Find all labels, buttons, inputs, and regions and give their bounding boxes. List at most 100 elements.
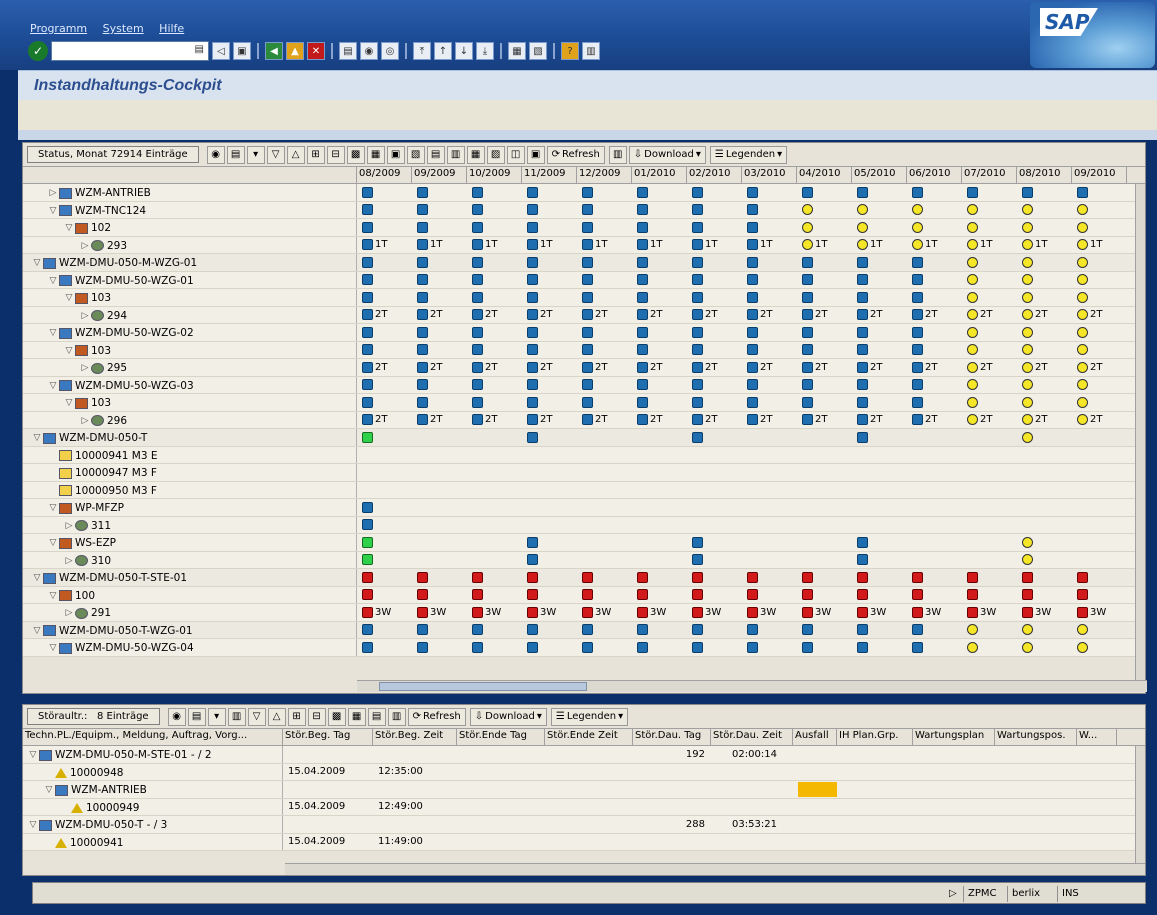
status-cell[interactable] xyxy=(907,184,962,201)
status-cell[interactable] xyxy=(577,342,632,359)
status-cell[interactable] xyxy=(632,377,687,394)
status-cell[interactable]: 2T xyxy=(577,412,632,429)
status-cell[interactable] xyxy=(412,569,467,586)
status-cell[interactable] xyxy=(577,394,632,411)
month-header-cell[interactable]: 05/2010 xyxy=(852,167,907,183)
tree-row[interactable]: ▽ WZM-DMU-50-WZG-04 xyxy=(23,639,1145,657)
status-cell[interactable] xyxy=(1072,499,1127,516)
status-cell[interactable] xyxy=(687,622,742,639)
status-cell[interactable] xyxy=(357,534,412,551)
status-cell[interactable] xyxy=(632,569,687,586)
status-cell[interactable] xyxy=(632,254,687,271)
tree-node-cell[interactable]: 10000948 xyxy=(23,763,283,780)
status-cell[interactable]: 2T xyxy=(687,307,742,324)
expand-arrow-icon[interactable]: ▽ xyxy=(47,503,59,513)
vertical-scrollbar-lower[interactable] xyxy=(1135,746,1145,864)
status-cell[interactable] xyxy=(797,272,852,289)
status-cell[interactable] xyxy=(412,202,467,219)
new-session-icon[interactable]: ▦ xyxy=(508,42,526,60)
equipment-icon[interactable]: ▩ xyxy=(346,145,365,164)
status-cell[interactable]: 2T xyxy=(1072,412,1127,429)
status-cell[interactable] xyxy=(907,447,962,464)
month-header-cell[interactable]: 03/2010 xyxy=(742,167,797,183)
status-cell[interactable]: 2T xyxy=(632,412,687,429)
expand-arrow-icon[interactable]: ▽ xyxy=(31,258,43,268)
status-cell[interactable] xyxy=(742,289,797,306)
status-cell[interactable]: 2T xyxy=(852,307,907,324)
tree-node-cell[interactable]: 10000941 xyxy=(23,833,283,850)
tree-node-cell[interactable]: ▽ 102 xyxy=(23,219,357,236)
status-cell[interactable]: 1T xyxy=(907,237,962,254)
status-cell[interactable] xyxy=(412,254,467,271)
status-cell[interactable] xyxy=(632,447,687,464)
status-cell[interactable] xyxy=(687,219,742,236)
column-header[interactable]: W... xyxy=(1077,729,1117,745)
tree-row[interactable]: ▽ 102 xyxy=(23,219,1145,237)
status-cell[interactable] xyxy=(357,272,412,289)
status-cell[interactable] xyxy=(852,587,907,604)
status-cell[interactable] xyxy=(742,429,797,446)
status-cell[interactable] xyxy=(1017,552,1072,569)
status-cell[interactable] xyxy=(632,184,687,201)
disruption-row[interactable]: 10000941 15.04.2009 11:49:00 xyxy=(23,833,1145,851)
status-cell[interactable]: 1T xyxy=(742,237,797,254)
status-cell[interactable] xyxy=(742,517,797,534)
back-icon[interactable]: ◀ xyxy=(265,42,283,60)
status-cell[interactable] xyxy=(797,569,852,586)
status-cell[interactable]: 1T xyxy=(1017,237,1072,254)
status-cell[interactable] xyxy=(687,464,742,481)
status-cell[interactable] xyxy=(742,534,797,551)
refresh-button-lower[interactable]: ⟳ Refresh xyxy=(407,707,466,726)
month-header-cell[interactable]: 08/2009 xyxy=(357,167,412,183)
status-cell[interactable] xyxy=(357,429,412,446)
month-header-cell[interactable]: 06/2010 xyxy=(907,167,962,183)
status-cell[interactable]: 2T xyxy=(467,307,522,324)
sort-up-icon[interactable]: △ xyxy=(286,145,305,164)
status-cell[interactable] xyxy=(962,447,1017,464)
status-cell[interactable] xyxy=(577,324,632,341)
horizontal-scrollbar-lower[interactable] xyxy=(285,863,1145,875)
tree-row[interactable]: ▽ WZM-DMU-050-T xyxy=(23,429,1145,447)
print-icon[interactable]: ▤ xyxy=(187,707,206,726)
status-cell[interactable] xyxy=(852,429,907,446)
status-cell[interactable] xyxy=(577,622,632,639)
status-cell[interactable]: 3W xyxy=(962,604,1017,621)
status-cell[interactable] xyxy=(632,219,687,236)
status-cell[interactable] xyxy=(687,499,742,516)
status-cell[interactable] xyxy=(522,447,577,464)
status-cell[interactable] xyxy=(357,219,412,236)
menu-system[interactable]: System xyxy=(103,22,144,35)
status-cell[interactable] xyxy=(522,639,577,656)
tree-row[interactable]: ▽ WZM-DMU-50-WZG-02 xyxy=(23,324,1145,342)
status-cell[interactable] xyxy=(467,499,522,516)
status-cell[interactable] xyxy=(852,219,907,236)
download-button[interactable]: ⇩ Download ▾ xyxy=(628,145,706,164)
status-cell[interactable] xyxy=(1017,569,1072,586)
status-cell[interactable] xyxy=(852,254,907,271)
status-cell[interactable] xyxy=(907,482,962,499)
status-cell[interactable] xyxy=(907,639,962,656)
status-cell[interactable] xyxy=(412,622,467,639)
status-cell[interactable] xyxy=(852,202,907,219)
tree-row[interactable]: ▷ WZM-ANTRIEB xyxy=(23,184,1145,202)
status-cell[interactable] xyxy=(1017,499,1072,516)
tree-node-cell[interactable]: ▽ 103 xyxy=(23,341,357,358)
status-cell[interactable] xyxy=(907,464,962,481)
next-page-icon[interactable]: ↓ xyxy=(455,42,473,60)
status-cell[interactable] xyxy=(852,464,907,481)
status-cell[interactable]: 2T xyxy=(797,359,852,376)
status-cell[interactable] xyxy=(852,499,907,516)
status-cell[interactable] xyxy=(797,394,852,411)
status-cell[interactable] xyxy=(412,394,467,411)
tree-node-cell[interactable]: ▽ WZM-TNC124 xyxy=(23,201,357,218)
status-cell[interactable] xyxy=(577,587,632,604)
status-cell[interactable] xyxy=(687,184,742,201)
disruption-row[interactable]: ▽ WZM-DMU-050-T - / 3 288 03:53:21 xyxy=(23,816,1145,834)
status-cell[interactable] xyxy=(1072,272,1127,289)
status-cell[interactable] xyxy=(742,254,797,271)
status-cell[interactable] xyxy=(962,289,1017,306)
status-cell[interactable] xyxy=(907,219,962,236)
status-cell[interactable] xyxy=(1072,534,1127,551)
status-cell[interactable] xyxy=(907,517,962,534)
status-cell[interactable]: 1T xyxy=(522,237,577,254)
